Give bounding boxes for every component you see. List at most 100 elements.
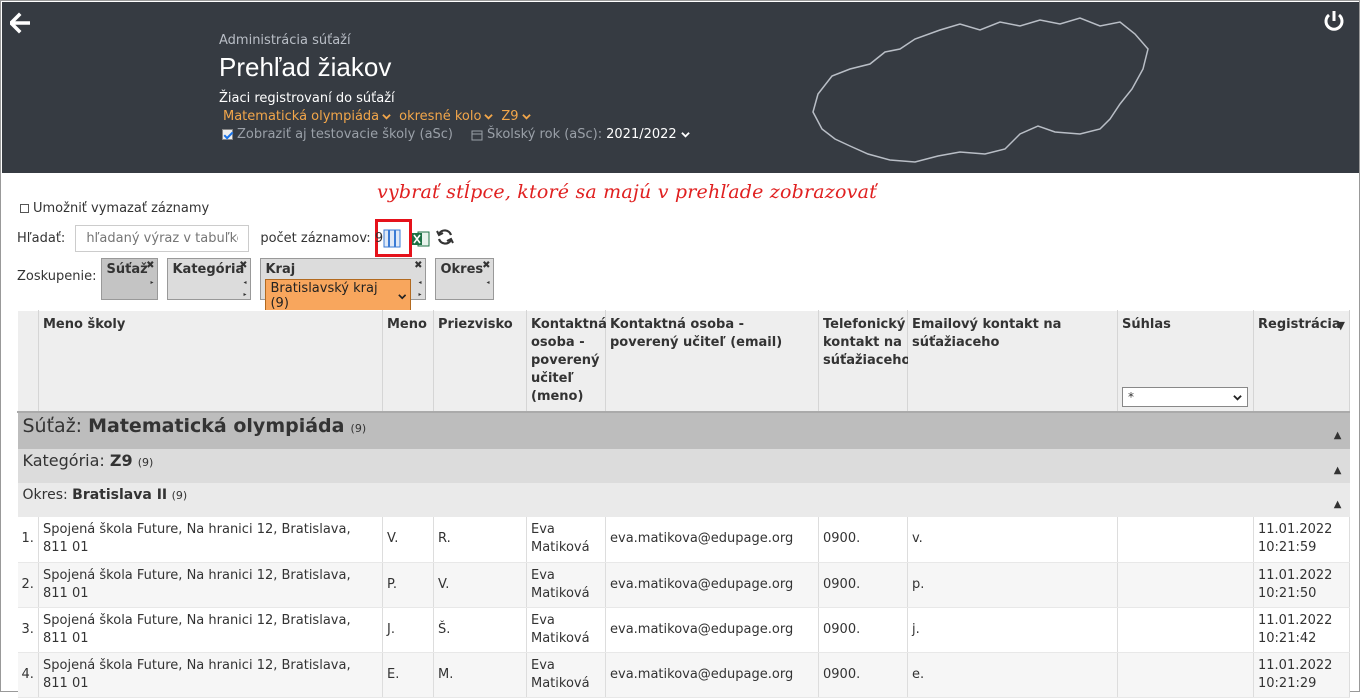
registration-cell: 11.01.2022 10:21:59 [1253,517,1350,563]
group-box-region[interactable]: Kraj Bratislavský kraj (9) ✖ ◂ ▸ [260,258,427,313]
registration-date: 11.01.2022 [1258,567,1333,583]
group-box-category[interactable]: Kategória ✖ ◂ ▸ [167,258,252,300]
col-header-school[interactable]: Meno školy [38,310,383,413]
back-arrow-icon[interactable] [10,12,30,34]
chevron-down-icon [398,293,407,299]
sort-icon[interactable]: ▸ [150,279,153,286]
consent-cell [1117,607,1254,653]
first-name-cell: P. [382,562,434,608]
page-title: Prehľad žiakov [219,52,392,82]
contact-name-cell: Eva Matiková [526,607,606,653]
last-name-cell: Š. [433,607,527,653]
row-index: 4. [17,652,39,698]
col-header-phone[interactable]: Telefonický kontakt na súťažiaceho [818,310,910,413]
grouping-row: Zoskupenie: Súťaž ✖ ▸ Kategória ✖ ◂ ▸ Kr… [17,258,503,313]
col-header-last-name[interactable]: Priezvisko [433,310,527,413]
school-year-select[interactable]: 2021/2022 [606,127,690,142]
consent-filter-select[interactable]: * [1122,387,1248,407]
remove-icon[interactable]: ✖ [146,260,154,271]
phone-cell: 0900. [818,517,908,563]
group-row-category[interactable]: Kategória: Z9 (9) ▲ [17,449,1350,483]
contact-name-cell: Eva Matiková [526,652,606,698]
sort-icon[interactable]: ◂ [418,279,421,286]
collapse-icon[interactable]: ▲ [1334,496,1342,514]
school-year-label: Školský rok (aSc): [471,127,602,142]
sort-icon[interactable]: ▸ [418,291,421,298]
col-header-consent[interactable]: Súhlas * [1117,310,1254,413]
chevron-down-icon [521,114,531,120]
students-table-wrap: Meno školy Meno Priezvisko Kontaktná oso… [17,310,1350,698]
consent-cell [1117,652,1254,698]
test-schools-checkbox[interactable] [222,129,233,140]
table-row[interactable]: 2. Spojená škola Future, Na hranici 12, B… [17,562,1350,608]
category-filter[interactable]: Z9 [501,109,531,124]
calendar-icon [471,130,483,140]
chevron-down-icon [1233,394,1242,401]
allow-delete-toggle[interactable]: Umožniť vymazať záznamy [20,201,209,216]
student-email-cell: j. [907,607,1118,653]
chevron-down-icon [680,132,690,138]
search-label: Hľadať: [17,231,66,246]
group-row-district[interactable]: Okres: Bratislava II (9) ▲ [17,483,1350,517]
col-header-student-email[interactable]: Emailový kontakt na súťažiaceho [907,310,1118,413]
admin-subtitle: Administrácia súťaží [219,33,351,48]
sort-icon[interactable]: ▸ [243,291,246,298]
collapse-icon[interactable]: ▲ [1334,462,1342,480]
registration-time: 10:21:29 [1258,675,1317,691]
contact-name-cell: Eva Matiková [526,562,606,608]
consent-cell [1117,517,1254,563]
first-name-cell: E. [382,652,434,698]
header-options: Zobraziť aj testovacie školy (aSc) Škols… [222,127,690,142]
collapse-icon[interactable]: ▲ [1334,427,1342,445]
search-input[interactable] [75,225,250,252]
search-row: Hľadať: počet záznamov: 9 [17,225,383,252]
remove-icon[interactable]: ✖ [414,260,422,271]
group-row-competition[interactable]: Súťaž: Matematická olympiáda (9) ▲ [17,411,1350,449]
columns-icon[interactable] [383,229,401,248]
chevron-down-icon [484,114,494,120]
power-icon[interactable] [1323,10,1345,32]
phone-cell: 0900. [818,652,908,698]
last-name-cell: R. [433,517,527,563]
refresh-icon[interactable] [436,228,454,246]
col-header-registration[interactable]: Registrácia ▼ [1253,310,1350,413]
student-email-cell: v. [907,517,1118,563]
page-header: Administrácia súťaží Prehľad žiakov Žiac… [2,2,1359,173]
group-box-district[interactable]: Okres ✖ ◂ [435,258,495,300]
sort-desc-icon[interactable]: ▼ [1337,317,1345,335]
registration-time: 10:21:42 [1258,630,1317,646]
contact-email-cell: eva.matikova@edupage.org [605,607,819,653]
contact-email-cell: eva.matikova@edupage.org [605,652,819,698]
students-table: Meno školy Meno Priezvisko Kontaktná oso… [17,310,1350,698]
col-header-contact-email[interactable]: Kontaktná osoba - poverený učiteľ (email… [605,310,819,413]
col-header-contact-name[interactable]: Kontaktná osoba - poverený učiteľ (meno) [526,310,607,413]
round-filter[interactable]: okresné kolo [399,109,494,124]
row-index: 1. [17,517,39,563]
registration-date: 11.01.2022 [1258,657,1333,673]
competition-filter[interactable]: Matematická olympiáda [223,109,391,124]
region-select[interactable]: Bratislavský kraj (9) [265,279,412,313]
sort-icon[interactable]: ◂ [243,279,246,286]
table-header-row: Meno školy Meno Priezvisko Kontaktná oso… [17,310,1350,413]
registration-cell: 11.01.2022 10:21:29 [1253,652,1350,698]
table-row[interactable]: 3. Spojená škola Future, Na hranici 12, B… [17,607,1350,653]
remove-icon[interactable]: ✖ [239,260,247,271]
contact-email-cell: eva.matikova@edupage.org [605,517,819,563]
contact-name-cell: Eva Matiková [526,517,606,563]
table-row[interactable]: 1. Spojená škola Future, Na hranici 12, B… [17,517,1350,563]
sort-icon[interactable]: ◂ [486,279,489,286]
registration-date: 11.01.2022 [1258,612,1333,628]
group-box-competition[interactable]: Súťaž ✖ ▸ [101,258,159,300]
col-header-index [17,310,39,413]
table-row[interactable]: 4. Spojená škola Future, Na hranici 12, B… [17,652,1350,698]
school-cell: Spojená škola Future, Na hranici 12, Bra… [38,607,383,653]
col-header-first-name[interactable]: Meno [382,310,434,413]
page-description: Žiaci registrovaní do súťaží [219,91,395,106]
consent-cell [1117,562,1254,608]
remove-icon[interactable]: ✖ [482,260,490,271]
record-count: počet záznamov: 9 [260,231,384,246]
allow-delete-checkbox[interactable] [20,204,29,213]
registration-cell: 11.01.2022 10:21:50 [1253,562,1350,608]
annotation-text: vybrať stĺpce, ktoré sa majú v prehľade … [377,181,877,203]
excel-export-icon[interactable] [412,230,430,248]
